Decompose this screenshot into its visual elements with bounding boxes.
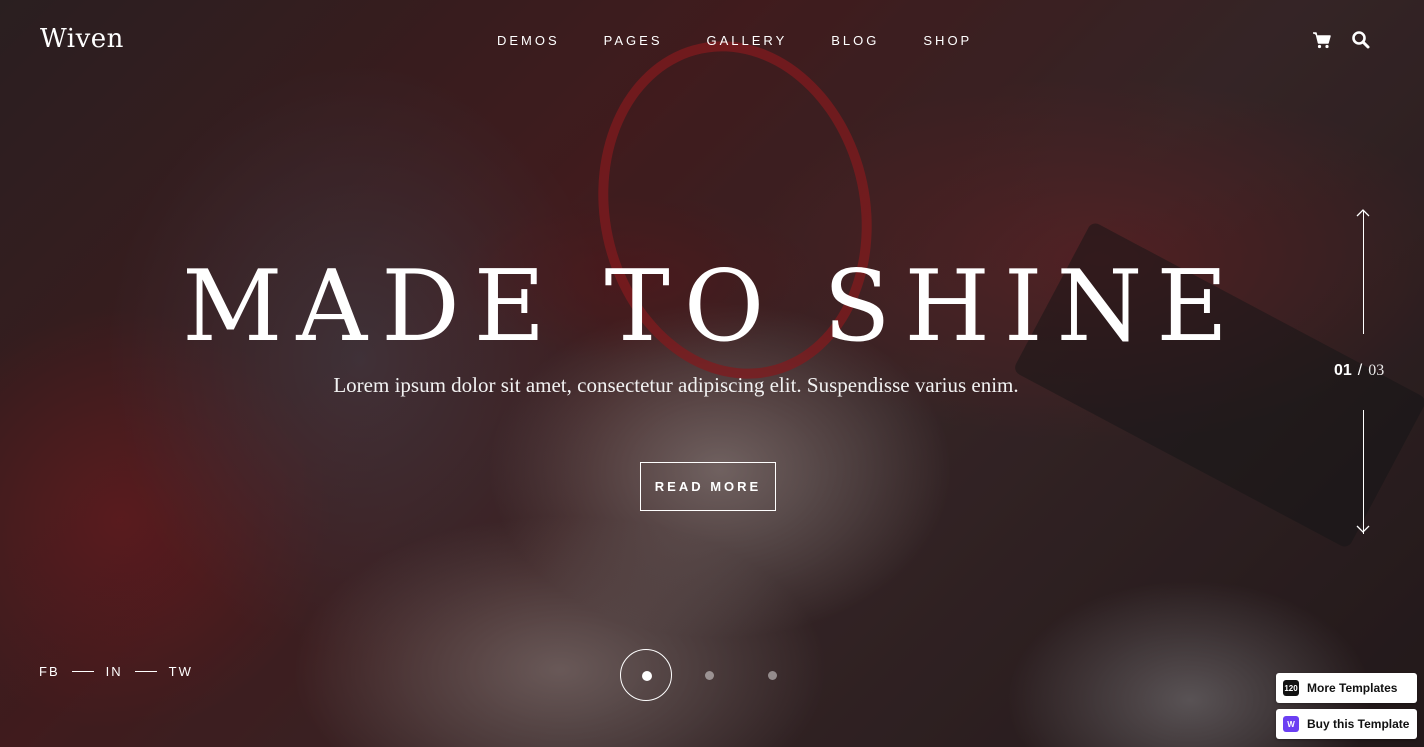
- social-facebook[interactable]: FB: [39, 664, 60, 679]
- nav-item-blog[interactable]: BLOG: [831, 33, 879, 48]
- slider-line-top: [1363, 210, 1364, 334]
- nav-item-pages[interactable]: PAGES: [604, 33, 663, 48]
- nav-item-shop[interactable]: SHOP: [923, 33, 972, 48]
- search-icon[interactable]: [1350, 29, 1372, 51]
- slide-total: 03: [1368, 362, 1385, 379]
- hero-subtitle: Lorem ipsum dolor sit amet, consectetur …: [333, 373, 1019, 397]
- nav-item-demos[interactable]: DEMOS: [497, 33, 560, 48]
- slider-dot-3[interactable]: [768, 671, 777, 680]
- arrow-down-icon[interactable]: [1356, 520, 1370, 534]
- buy-template-label: Buy this Template: [1307, 717, 1410, 731]
- buy-template-button[interactable]: W Buy this Template: [1276, 709, 1417, 739]
- slide-separator: /: [1357, 362, 1363, 379]
- more-templates-button[interactable]: 120 More Templates: [1276, 673, 1417, 703]
- social-divider: [71, 671, 94, 672]
- site-logo[interactable]: Wiven: [40, 24, 124, 54]
- slider-dot-2[interactable]: [705, 671, 714, 680]
- more-templates-label: More Templates: [1307, 681, 1398, 695]
- templates-count-icon: 120: [1283, 680, 1299, 696]
- read-more-button[interactable]: READ MORE: [640, 462, 776, 511]
- webflow-icon: W: [1283, 716, 1299, 732]
- slider-dot-active-center: [642, 671, 652, 681]
- social-divider: [134, 671, 157, 672]
- cart-icon[interactable]: [1311, 29, 1333, 51]
- nav-item-gallery[interactable]: GALLERY: [707, 33, 788, 48]
- hero-section: Wiven DEMOS PAGES GALLERY BLOG SHOP MADE…: [0, 0, 1424, 747]
- main-nav: DEMOS PAGES GALLERY BLOG SHOP: [497, 33, 972, 48]
- social-instagram[interactable]: IN: [106, 664, 123, 679]
- social-twitter[interactable]: TW: [169, 664, 193, 679]
- slider-line-bottom: [1363, 410, 1364, 534]
- slider-dot-active[interactable]: [620, 649, 672, 701]
- social-links: FB IN TW: [39, 664, 193, 679]
- slide-current: 01: [1334, 362, 1352, 379]
- slide-counter: 01 / 03: [1334, 362, 1384, 380]
- hero-title: MADE TO SHINE: [182, 250, 1242, 364]
